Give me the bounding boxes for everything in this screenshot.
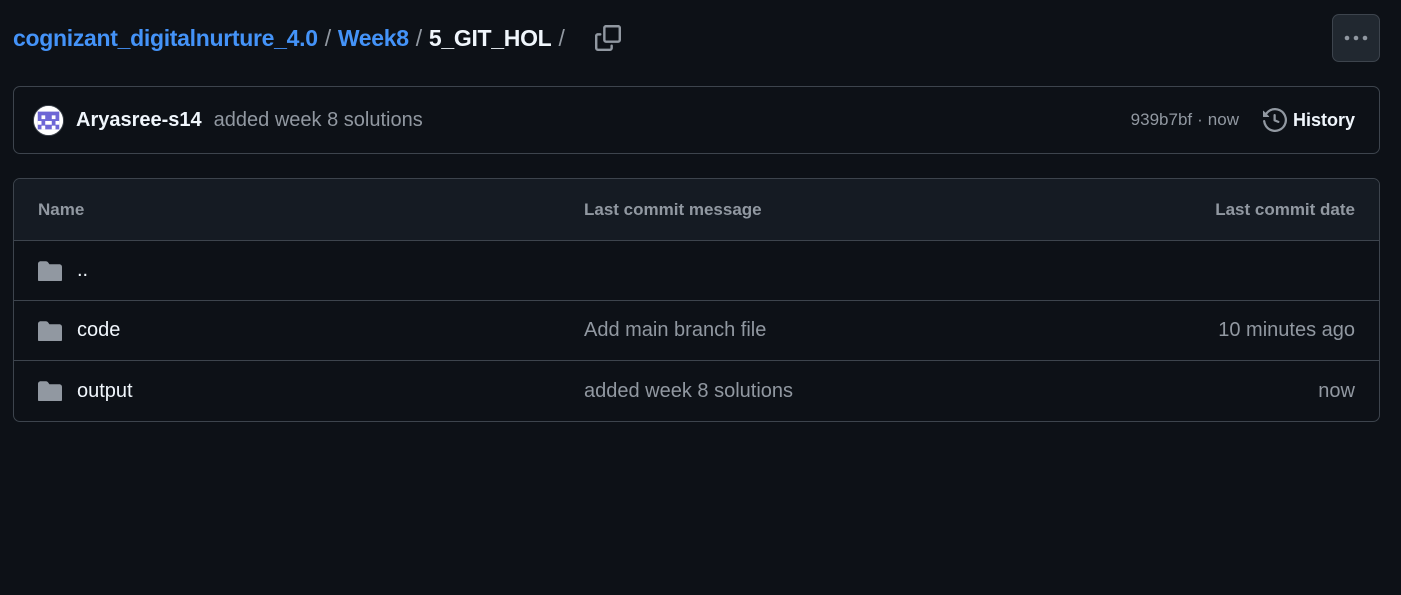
meta-separator: ·: [1197, 110, 1203, 129]
folder-icon: [38, 260, 64, 282]
name-cell: ..: [38, 259, 584, 282]
history-icon: [1262, 108, 1287, 132]
copy-path-button[interactable]: [593, 23, 623, 53]
history-label: History: [1292, 109, 1355, 130]
table-row-parent-directory[interactable]: ..: [14, 241, 1379, 301]
breadcrumb-repo-link[interactable]: cognizant_digitalnurture_4.0: [13, 25, 318, 52]
commit-sha[interactable]: 939b7bf: [1131, 110, 1192, 130]
file-name[interactable]: output: [77, 380, 133, 403]
more-options-button[interactable]: [1332, 14, 1380, 62]
history-button[interactable]: History: [1262, 108, 1355, 132]
kebab-horizontal-icon: [1344, 35, 1368, 41]
name-cell: output: [38, 380, 584, 403]
latest-commit-box: Aryasree-s14 added week 8 solutions 939b…: [13, 86, 1380, 154]
copy-icon: [594, 25, 621, 51]
file-table: Name Last commit message Last commit dat…: [13, 178, 1380, 422]
commit-author[interactable]: Aryasree-s14: [76, 109, 202, 132]
row-commit-message[interactable]: added week 8 solutions: [584, 380, 1318, 403]
breadcrumb-bar: cognizant_digitalnurture_4.0 / Week8 / 5…: [13, 14, 1380, 62]
row-commit-date: 10 minutes ago: [1218, 319, 1355, 341]
breadcrumb-separator: /: [558, 24, 565, 51]
table-header: Name Last commit message Last commit dat…: [14, 179, 1379, 241]
breadcrumb-separator: /: [324, 24, 331, 51]
folder-icon: [38, 320, 64, 342]
header-last-commit-message: Last commit message: [584, 199, 762, 219]
file-name[interactable]: code: [77, 319, 120, 342]
breadcrumb-separator: /: [415, 24, 422, 51]
table-row-output[interactable]: output added week 8 solutions now: [14, 361, 1379, 421]
breadcrumb-current: 5_GIT_HOL: [428, 24, 552, 51]
row-commit-message[interactable]: Add main branch file: [584, 319, 1218, 342]
header-last-commit-date: Last commit date: [1215, 199, 1355, 219]
avatar[interactable]: [33, 104, 64, 136]
commit-time: now: [1207, 110, 1239, 129]
commit-message[interactable]: added week 8 solutions: [214, 109, 423, 132]
identicon-icon: [34, 105, 63, 135]
breadcrumb: cognizant_digitalnurture_4.0 / Week8 / 5…: [13, 25, 572, 52]
folder-icon: [38, 380, 64, 402]
breadcrumb-week-link[interactable]: Week8: [338, 25, 409, 52]
name-cell: code: [38, 319, 584, 342]
commit-meta: 939b7bf · now History: [1131, 108, 1355, 132]
table-row-code[interactable]: code Add main branch file 10 minutes ago: [14, 301, 1379, 361]
file-name[interactable]: ..: [77, 259, 88, 282]
header-name: Name: [38, 199, 85, 219]
row-commit-date: now: [1318, 379, 1355, 402]
